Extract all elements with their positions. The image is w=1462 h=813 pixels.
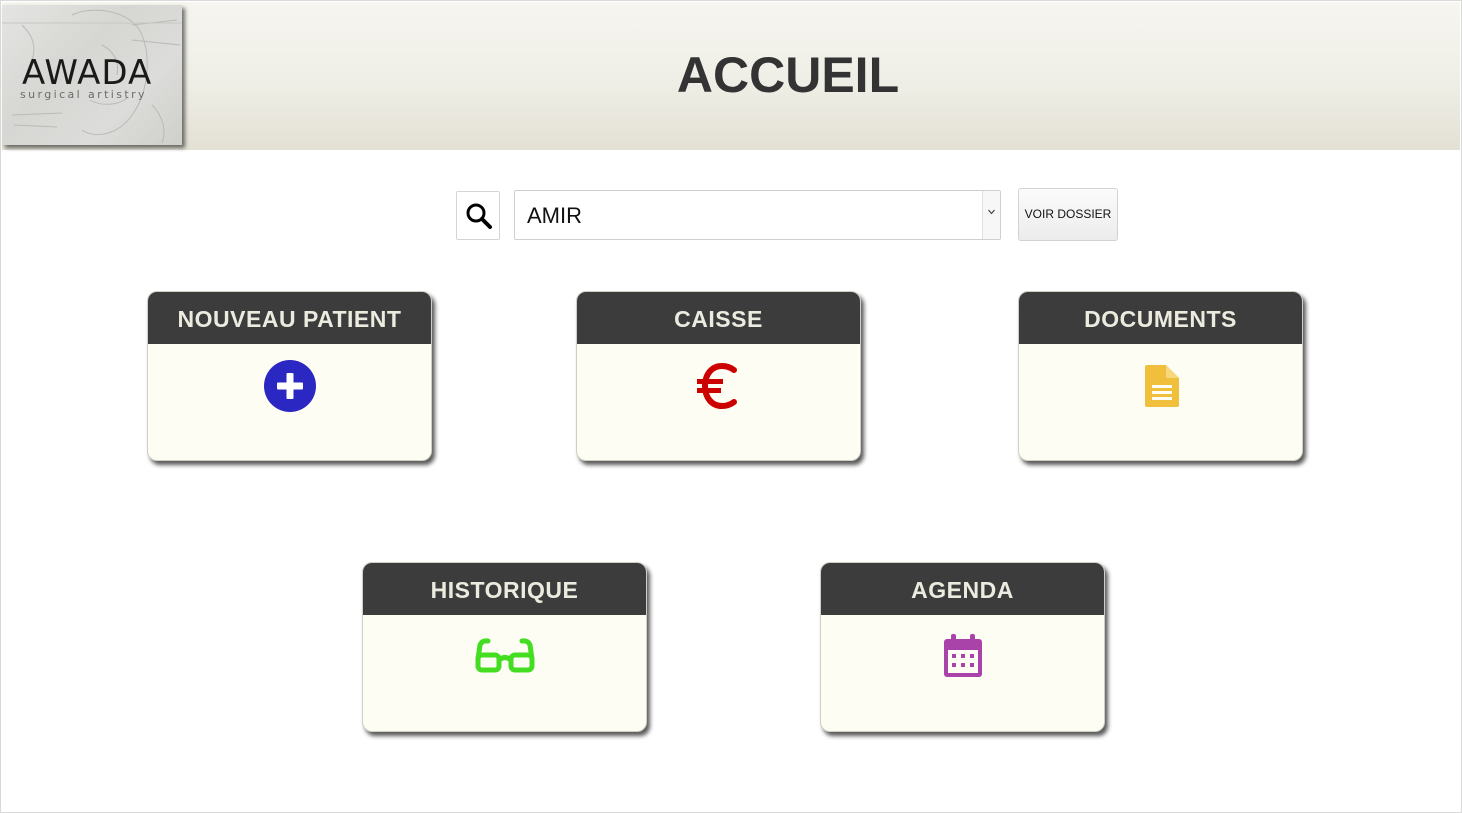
card-nouveau-patient[interactable]: NOUVEAU PATIENT xyxy=(147,291,432,461)
page-title: ACCUEIL xyxy=(676,47,900,103)
card-documents[interactable]: DOCUMENTS xyxy=(1018,291,1303,461)
app-window: AWADA surgical artistry ACCUEIL AMIR VOI… xyxy=(0,0,1462,813)
page-header: AWADA surgical artistry ACCUEIL xyxy=(2,2,1460,150)
card-title: DOCUMENTS xyxy=(1019,292,1302,344)
card-title: HISTORIQUE xyxy=(363,563,646,615)
card-title: AGENDA xyxy=(821,563,1104,615)
glasses-icon xyxy=(475,638,534,673)
card-historique[interactable]: HISTORIQUE xyxy=(362,562,647,732)
voir-dossier-button[interactable]: VOIR DOSSIER xyxy=(1018,188,1118,241)
euro-icon xyxy=(696,362,737,410)
calendar-icon xyxy=(943,634,982,677)
plus-circle-icon xyxy=(263,360,316,412)
search-icon xyxy=(466,203,492,229)
patient-select-value: AMIR xyxy=(527,203,582,228)
card-title: CAISSE xyxy=(577,292,860,344)
select-dropdown-toggle[interactable] xyxy=(982,191,1000,239)
file-icon xyxy=(1144,365,1179,407)
chevron-down-icon xyxy=(988,209,995,215)
card-title: NOUVEAU PATIENT xyxy=(148,292,431,344)
search-button[interactable] xyxy=(456,191,500,240)
card-agenda[interactable]: AGENDA xyxy=(820,562,1105,732)
card-caisse[interactable]: CAISSE xyxy=(576,291,861,461)
patient-select[interactable]: AMIR xyxy=(514,190,1001,240)
